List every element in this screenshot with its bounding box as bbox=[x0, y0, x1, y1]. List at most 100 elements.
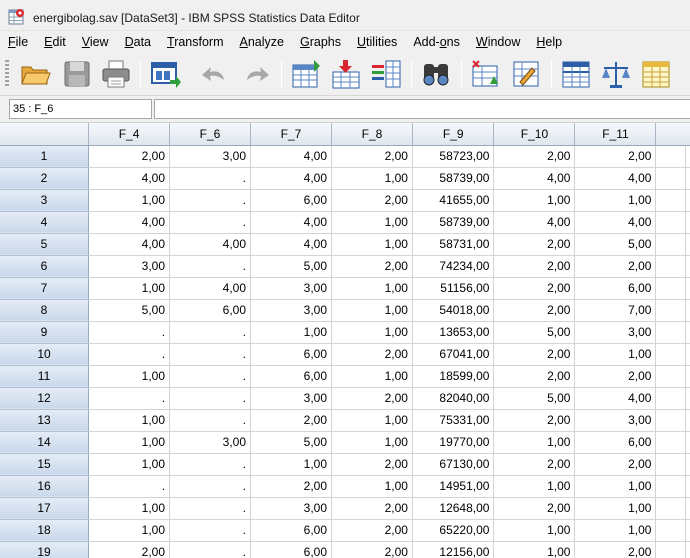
menu-window[interactable]: Window bbox=[476, 35, 520, 49]
data-cell[interactable]: 4,00 bbox=[250, 233, 332, 256]
data-cell[interactable]: 5,00 bbox=[250, 255, 332, 278]
data-cell[interactable]: 3,00 bbox=[169, 145, 252, 168]
data-cell[interactable]: 2,00 bbox=[331, 189, 413, 212]
data-cell[interactable]: 58731,00 bbox=[412, 233, 495, 256]
data-cell[interactable]: 4,00 bbox=[88, 233, 171, 256]
data-cell[interactable]: 65220,00 bbox=[412, 519, 495, 542]
row-header[interactable]: 8 bbox=[0, 299, 90, 322]
data-cell[interactable]: 74234,00 bbox=[412, 255, 495, 278]
data-cell[interactable]: 4,00 bbox=[169, 233, 252, 256]
split-file-icon[interactable] bbox=[560, 58, 592, 90]
row-header[interactable]: 2 bbox=[0, 167, 90, 190]
data-cell[interactable]: 1,00 bbox=[574, 343, 657, 366]
data-cell[interactable]: 1,00 bbox=[88, 277, 171, 300]
data-cell[interactable]: 1,00 bbox=[331, 321, 413, 344]
data-cell[interactable]: 1,00 bbox=[574, 475, 657, 498]
empty-cell[interactable] bbox=[685, 321, 690, 344]
data-cell[interactable]: 1,00 bbox=[331, 167, 413, 190]
data-cell[interactable]: 2,00 bbox=[493, 453, 576, 476]
data-cell[interactable]: 2,00 bbox=[493, 343, 576, 366]
data-cell[interactable]: 2,00 bbox=[331, 541, 413, 558]
data-cell[interactable]: . bbox=[169, 409, 252, 432]
data-cell[interactable]: 1,00 bbox=[331, 211, 413, 234]
empty-cell[interactable] bbox=[655, 277, 686, 300]
empty-cell[interactable] bbox=[655, 365, 686, 388]
column-header[interactable]: F_10 bbox=[493, 123, 576, 146]
goto-case-icon[interactable] bbox=[290, 58, 322, 90]
data-cell[interactable]: 5,00 bbox=[250, 431, 332, 454]
data-cell[interactable]: 1,00 bbox=[493, 519, 576, 542]
row-header[interactable]: 7 bbox=[0, 277, 90, 300]
row-header[interactable]: 9 bbox=[0, 321, 90, 344]
menu-graphs[interactable]: Graphs bbox=[300, 35, 341, 49]
data-cell[interactable]: 6,00 bbox=[574, 431, 657, 454]
data-cell[interactable]: 13653,00 bbox=[412, 321, 495, 344]
empty-cell[interactable] bbox=[655, 321, 686, 344]
empty-cell[interactable] bbox=[685, 475, 690, 498]
data-cell[interactable]: 5,00 bbox=[493, 387, 576, 410]
data-cell[interactable]: . bbox=[169, 365, 252, 388]
data-cell[interactable]: 2,00 bbox=[88, 541, 171, 558]
data-cell[interactable]: 1,00 bbox=[88, 519, 171, 542]
data-cell[interactable]: 2,00 bbox=[574, 365, 657, 388]
data-cell[interactable]: 2,00 bbox=[574, 145, 657, 168]
data-cell[interactable]: . bbox=[169, 475, 252, 498]
data-cell[interactable]: 5,00 bbox=[88, 299, 171, 322]
data-cell[interactable]: 1,00 bbox=[331, 233, 413, 256]
data-cell[interactable]: . bbox=[169, 519, 252, 542]
toolbar-grip[interactable] bbox=[5, 60, 9, 88]
data-cell[interactable]: 1,00 bbox=[331, 277, 413, 300]
data-cell[interactable]: 3,00 bbox=[88, 255, 171, 278]
empty-cell[interactable] bbox=[685, 255, 690, 278]
row-header[interactable]: 12 bbox=[0, 387, 90, 410]
data-cell[interactable]: 4,00 bbox=[574, 167, 657, 190]
column-header[interactable]: F_8 bbox=[331, 123, 413, 146]
variables-icon[interactable] bbox=[370, 58, 402, 90]
row-header[interactable]: 1 bbox=[0, 145, 90, 168]
data-cell[interactable]: 2,00 bbox=[493, 255, 576, 278]
data-cell[interactable]: 3,00 bbox=[169, 431, 252, 454]
insert-variable-icon[interactable] bbox=[510, 58, 542, 90]
data-cell[interactable]: 3,00 bbox=[250, 299, 332, 322]
data-cell[interactable]: 58739,00 bbox=[412, 167, 495, 190]
empty-cell[interactable] bbox=[655, 497, 686, 520]
data-cell[interactable]: 4,00 bbox=[169, 277, 252, 300]
data-cell[interactable]: . bbox=[169, 211, 252, 234]
menu-utilities[interactable]: Utilities bbox=[357, 35, 397, 49]
data-cell[interactable]: . bbox=[169, 321, 252, 344]
empty-cell[interactable] bbox=[655, 519, 686, 542]
row-header[interactable]: 14 bbox=[0, 431, 90, 454]
goto-variable-icon[interactable] bbox=[330, 58, 362, 90]
data-cell[interactable]: 6,00 bbox=[250, 189, 332, 212]
empty-cell[interactable] bbox=[655, 387, 686, 410]
row-header[interactable]: 4 bbox=[0, 211, 90, 234]
spss-app-icon[interactable] bbox=[8, 8, 26, 26]
data-cell[interactable]: 4,00 bbox=[493, 211, 576, 234]
data-cell[interactable]: 2,00 bbox=[331, 453, 413, 476]
data-cell[interactable]: 1,00 bbox=[88, 189, 171, 212]
weight-cases-icon[interactable] bbox=[600, 58, 632, 90]
menu-help[interactable]: Help bbox=[536, 35, 562, 49]
empty-cell[interactable] bbox=[655, 167, 686, 190]
row-header[interactable]: 6 bbox=[0, 255, 90, 278]
data-cell[interactable]: . bbox=[169, 343, 252, 366]
row-header[interactable]: 18 bbox=[0, 519, 90, 542]
column-header[interactable]: F_4 bbox=[88, 123, 171, 146]
menu-file[interactable]: File bbox=[8, 35, 28, 49]
data-cell[interactable]: 67041,00 bbox=[412, 343, 495, 366]
data-cell[interactable]: 58739,00 bbox=[412, 211, 495, 234]
dialog-recall-icon[interactable] bbox=[150, 58, 182, 90]
data-cell[interactable]: 6,00 bbox=[574, 277, 657, 300]
empty-cell[interactable] bbox=[685, 541, 690, 558]
redo-icon[interactable] bbox=[240, 58, 272, 90]
empty-cell[interactable] bbox=[685, 343, 690, 366]
data-cell[interactable]: 54018,00 bbox=[412, 299, 495, 322]
data-cell[interactable]: . bbox=[169, 497, 252, 520]
empty-cell[interactable] bbox=[655, 299, 686, 322]
empty-cell[interactable] bbox=[685, 145, 690, 168]
data-cell[interactable]: 6,00 bbox=[250, 365, 332, 388]
row-header[interactable]: 5 bbox=[0, 233, 90, 256]
data-cell[interactable]: 1,00 bbox=[88, 453, 171, 476]
data-cell[interactable]: 1,00 bbox=[331, 409, 413, 432]
data-cell[interactable]: 18599,00 bbox=[412, 365, 495, 388]
